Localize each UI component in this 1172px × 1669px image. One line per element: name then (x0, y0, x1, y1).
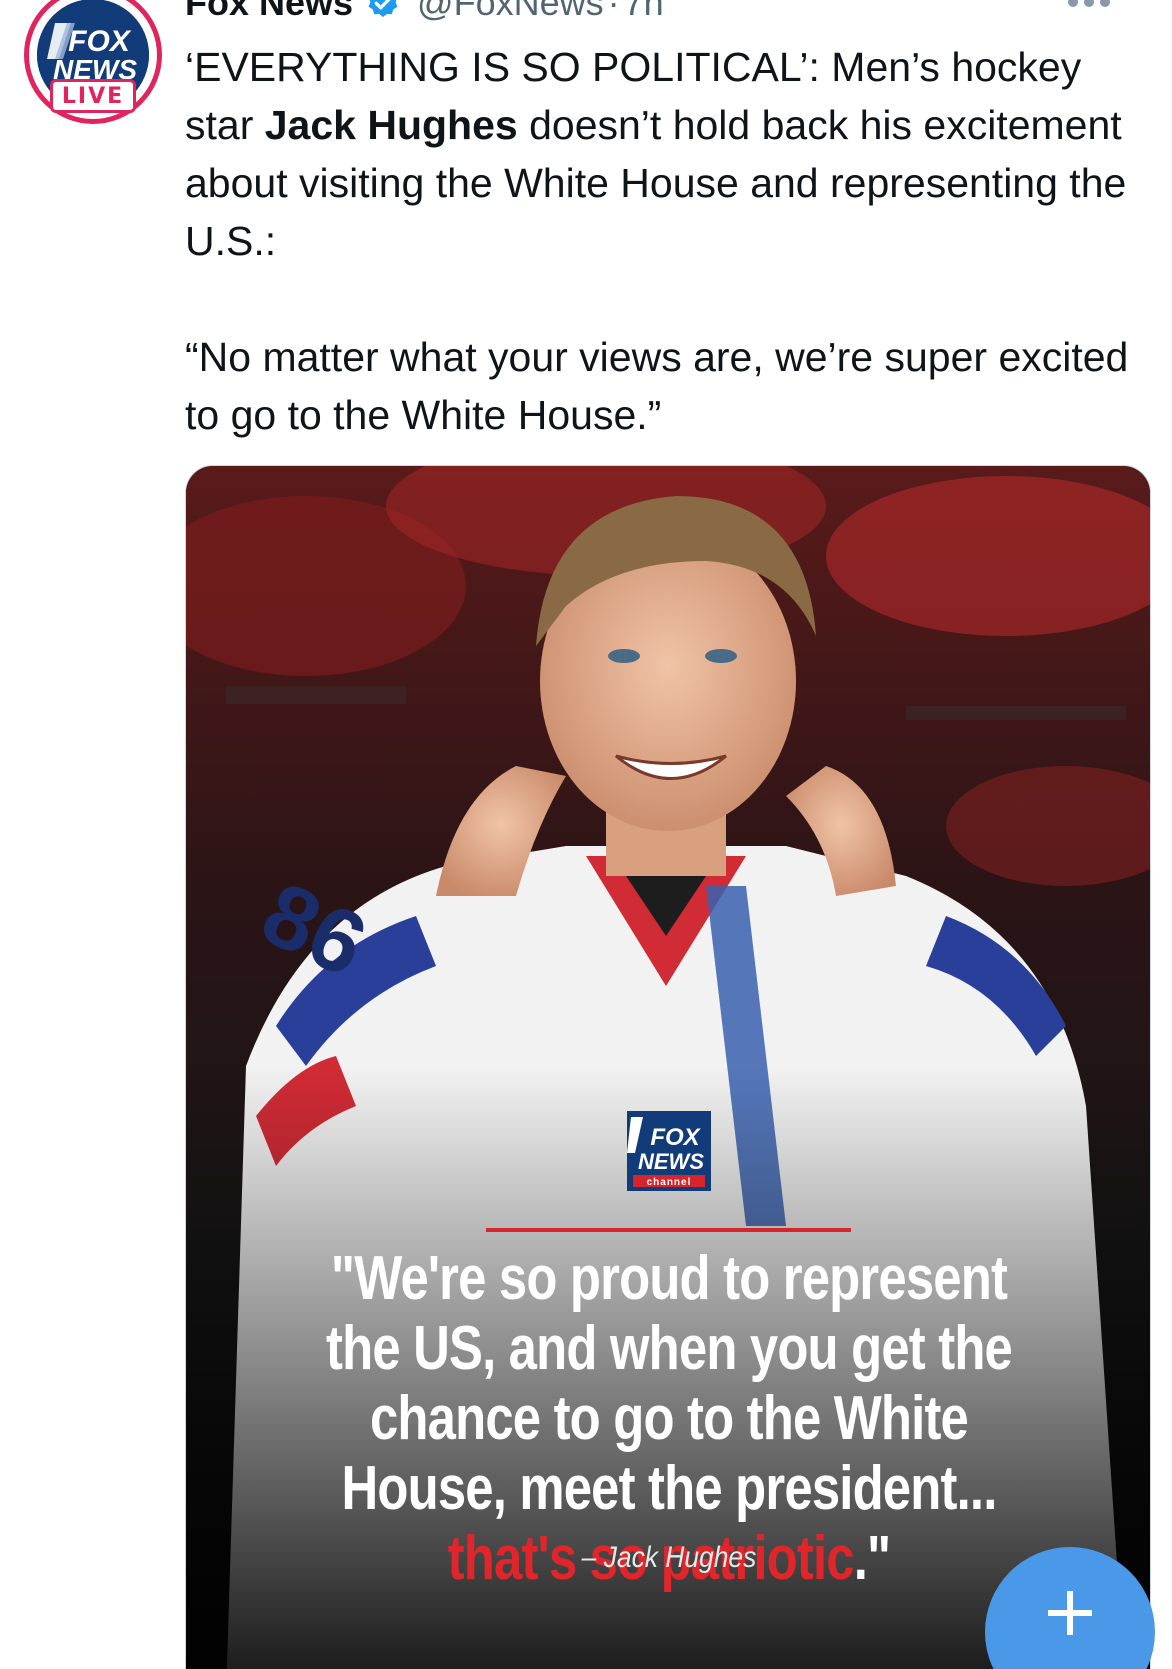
media-logo-line2: NEWS (638, 1149, 704, 1174)
tweet-media-image[interactable]: 86 FOX NEWS channel "We're so proud to r… (185, 465, 1151, 1669)
tweet-text: ‘EVERYTHING IS SO POLITICAL’: Men’s hock… (185, 38, 1145, 444)
tweet-paragraph-1: ‘EVERYTHING IS SO POLITICAL’: Men’s hock… (185, 38, 1145, 270)
verified-badge-icon (368, 0, 398, 17)
quote-attribution: – Jack Hughes (581, 1541, 757, 1574)
separator-dot: · (607, 0, 620, 23)
tweet[interactable]: FOX NEWS LIVE Fox News @FoxNews · 7h ‘EV… (0, 0, 1172, 1669)
timestamp[interactable]: 7h (624, 0, 664, 24)
mentioned-name: Jack Hughes (264, 102, 518, 148)
tweet-quote: “No matter what your views are, we’re su… (185, 334, 1129, 438)
more-dots-icon[interactable] (1066, 0, 1112, 12)
media-logo-line1: FOX (650, 1124, 701, 1151)
image-quote-main: "We're so proud to represent the US, and… (325, 1244, 1013, 1523)
live-badge: LIVE (50, 79, 136, 113)
media-logo-line3: channel (647, 1177, 692, 1188)
plus-icon (1048, 1591, 1092, 1635)
display-name[interactable]: Fox News (185, 0, 353, 24)
quote-divider (486, 1228, 851, 1232)
handle[interactable]: @FoxNews (417, 0, 604, 24)
fox-news-channel-logo: FOX NEWS channel (627, 1111, 711, 1191)
tweet-header: Fox News @FoxNews · 7h (185, 0, 664, 28)
